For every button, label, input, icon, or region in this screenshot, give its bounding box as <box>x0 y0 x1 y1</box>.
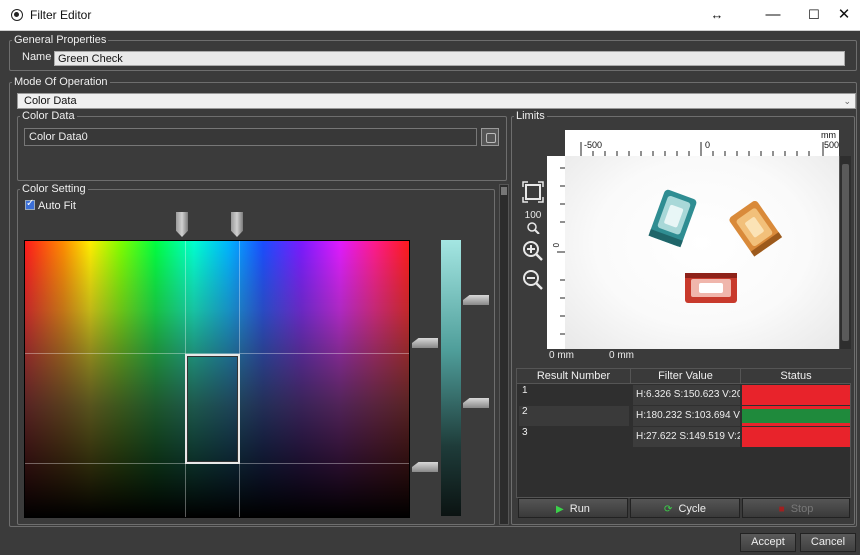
color-data-group: Color Data <box>17 111 507 181</box>
mode-select[interactable]: Color Data ⌄ <box>17 93 856 109</box>
camera-image-view[interactable] <box>565 156 839 349</box>
color-data-field[interactable]: Color Data0 <box>24 128 477 146</box>
resize-icon[interactable]: ↔ <box>702 4 732 26</box>
table-row[interactable]: 1 H:6.326 S:150.623 V:201 <box>517 385 850 405</box>
run-button[interactable]: ▶ Run <box>518 498 628 518</box>
row-filter-value: H:6.326 S:150.623 V:201 <box>633 385 740 405</box>
image-x-label: 0 mm <box>549 350 574 361</box>
color-setting-legend: Color Setting <box>22 183 86 195</box>
orange-object <box>729 200 783 257</box>
row-number: 2 <box>519 406 629 426</box>
stop-label: Stop <box>790 503 814 515</box>
row-filter-value: H:180.232 S:103.694 V:1 <box>633 406 740 426</box>
col-filter-value[interactable]: Filter Value <box>631 369 741 384</box>
col-status[interactable]: Status <box>741 369 851 384</box>
zoom-fit-icon[interactable] <box>521 181 545 205</box>
cancel-button[interactable]: Cancel <box>800 533 856 552</box>
col-result-number[interactable]: Result Number <box>517 369 631 384</box>
row-status <box>742 427 850 447</box>
table-row[interactable]: 3 H:27.622 S:149.519 V:23 <box>517 427 850 447</box>
row-number: 1 <box>522 385 528 396</box>
run-label: Run <box>569 503 590 515</box>
row-number: 3 <box>522 427 528 438</box>
title-bar: Filter Editor ↔ — ☐ ✕ <box>0 0 860 31</box>
auto-fit-checkbox[interactable]: Auto Fit <box>25 198 76 212</box>
chevron-down-icon: ⌄ <box>843 96 851 106</box>
zoom-in-icon[interactable] <box>521 240 545 264</box>
color-range-selection[interactable] <box>185 354 240 464</box>
results-table: Result Number Filter Value Status 1 H:6.… <box>516 368 851 498</box>
stop-button[interactable]: ■ Stop <box>742 498 850 518</box>
left-ruler: 0 <box>547 156 565 349</box>
app-icon <box>11 9 23 21</box>
row-filter-value: H:27.622 S:149.519 V:23 <box>633 427 740 447</box>
accept-button[interactable]: Accept <box>740 533 796 552</box>
image-scrollbar[interactable] <box>839 156 851 349</box>
play-icon: ▶ <box>556 504 564 515</box>
value-bar[interactable] <box>441 240 461 516</box>
name-label: Name <box>22 51 52 63</box>
ruler-ticks <box>580 142 824 156</box>
general-properties-legend: General Properties <box>14 34 107 46</box>
auto-fit-check-icon[interactable] <box>25 198 35 210</box>
cycle-label: Cycle <box>678 503 706 515</box>
maximize-button[interactable]: ☐ <box>799 4 829 26</box>
color-setting-scrollbar[interactable] <box>499 184 509 525</box>
teal-object <box>648 189 697 248</box>
table-row[interactable]: 2 H:180.232 S:103.694 V:1 <box>517 406 850 426</box>
minimize-button[interactable]: — <box>758 4 788 26</box>
filter-editor-window: Filter Editor ↔ — ☐ ✕ General Properties… <box>0 0 860 555</box>
zoom-out-icon[interactable] <box>521 269 545 293</box>
color-data-browse-button[interactable] <box>481 128 499 146</box>
row-status <box>742 406 850 426</box>
stop-icon: ■ <box>778 504 785 515</box>
zoom-100-label: 100 <box>524 210 542 221</box>
mode-of-operation-legend: Mode Of Operation <box>14 76 108 88</box>
color-data-legend: Color Data <box>22 110 75 122</box>
top-ruler: mm -500 0 500 <box>565 130 839 156</box>
cycle-button[interactable]: ⟳ Cycle <box>630 498 740 518</box>
limits-legend: Limits <box>516 110 545 122</box>
hue-saturation-plot[interactable] <box>24 240 410 518</box>
auto-fit-label: Auto Fit <box>38 200 76 212</box>
row-status <box>742 385 850 405</box>
zoom-100-icon[interactable]: 100 <box>521 210 545 234</box>
close-button[interactable]: ✕ <box>829 4 859 26</box>
name-field[interactable]: Green Check <box>54 51 845 66</box>
mode-select-value: Color Data <box>24 95 77 107</box>
image-y-label: 0 mm <box>609 350 634 361</box>
red-object <box>685 273 737 303</box>
cycle-icon: ⟳ <box>664 504 673 515</box>
window-title: Filter Editor <box>30 8 92 22</box>
inspected-objects <box>648 189 783 303</box>
